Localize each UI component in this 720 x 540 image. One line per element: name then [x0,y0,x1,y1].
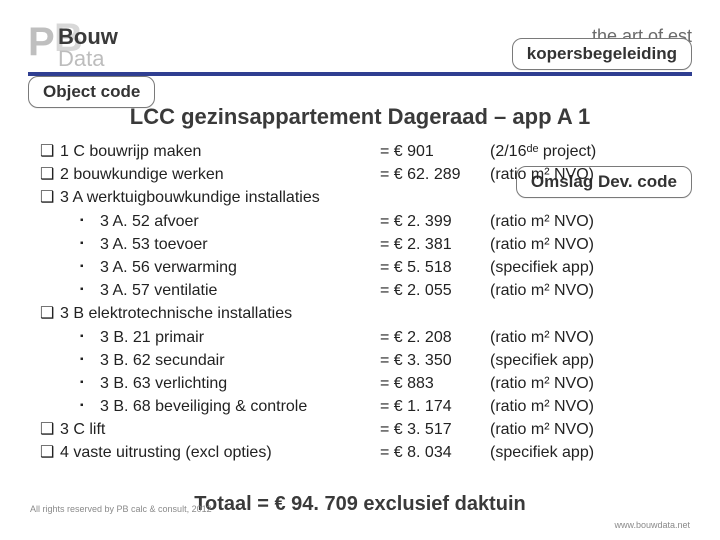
list-subitem: ▪3 B. 68 beveiliging & controle = € 1. 17… [40,395,690,418]
bullet-checkbox-icon: ❑ [40,163,60,186]
list-subitem: ▪3 A. 53 toevoer = € 2. 381(ratio m² NVO) [40,233,690,256]
item-label: 3 B. 62 secundair [100,349,225,372]
item-note: (specifiek app) [490,441,690,464]
bullet-checkbox-icon: ❑ [40,418,60,441]
slide: P B Bouw Data the art of est Object code… [0,0,720,540]
bullet-square-icon: ▪ [80,210,100,233]
bullet-square-icon: ▪ [80,349,100,372]
bullet-square-icon: ▪ [80,256,100,279]
item-value: = € 8. 034 [380,441,490,464]
item-value: = € 2. 381 [380,233,490,256]
item-label: 3 A werktuigbouwkundige installaties [60,186,320,209]
callout-kopersbegeleiding: kopersbegeleiding [512,38,692,70]
list-item: ❑2 bouwkundige werken = € 62. 289(ratio m… [40,163,690,186]
list-item: ❑3 B elektrotechnische installaties [40,302,690,325]
item-label: 3 A. 53 toevoer [100,233,208,256]
item-value: = € 2. 399 [380,210,490,233]
item-label: 2 bouwkundige werken [60,163,224,186]
bullet-checkbox-icon: ❑ [40,302,60,325]
item-note: (ratio m² NVO) [490,418,690,441]
list-item: ❑3 A werktuigbouwkundige installaties [40,186,690,209]
logo-mark-p: P [28,22,55,62]
item-value: = € 3. 517 [380,418,490,441]
list-subitem: ▪3 B. 63 verlichting = € 883(ratio m² NVO… [40,372,690,395]
list-subitem: ▪3 B. 62 secundair = € 3. 350(specifiek a… [40,349,690,372]
item-note: (ratio m² NVO) [490,395,690,418]
item-value: = € 2. 208 [380,326,490,349]
bullet-square-icon: ▪ [80,372,100,395]
bullet-square-icon: ▪ [80,326,100,349]
bullet-checkbox-icon: ❑ [40,441,60,464]
item-value: = € 3. 350 [380,349,490,372]
item-note: (ratio m² NVO) [490,233,690,256]
website: www.bouwdata.net [614,520,690,530]
page-title: LCC gezinsappartement Dageraad – app A 1 [0,104,720,130]
item-label: 3 B. 63 verlichting [100,372,227,395]
item-note: (2/16ᵈᵉ project) [490,140,690,163]
item-note: (ratio m² NVO) [490,210,690,233]
item-label: 3 B. 21 primair [100,326,204,349]
list-item: ❑4 vaste uitrusting (excl opties) = € 8. … [40,441,690,464]
list-subitem: ▪3 A. 57 ventilatie = € 2. 055(ratio m² N… [40,279,690,302]
item-note: (ratio m² NVO) [490,279,690,302]
item-note: (ratio m² NVO) [490,372,690,395]
item-label: 4 vaste uitrusting (excl opties) [60,441,272,464]
item-label: 3 A. 57 ventilatie [100,279,217,302]
logo: P B Bouw Data [28,18,188,72]
logo-text-bottom: Data [58,46,104,72]
item-value: = € 2. 055 [380,279,490,302]
item-note: (specifiek app) [490,256,690,279]
item-label: 3 B. 68 beveiliging & controle [100,395,307,418]
bullet-square-icon: ▪ [80,395,100,418]
bullet-checkbox-icon: ❑ [40,140,60,163]
list-subitem: ▪3 A. 56 verwarming = € 5. 518(specifiek … [40,256,690,279]
copyright: All rights reserved by PB calc & consult… [30,504,212,514]
item-value: = € 5. 518 [380,256,490,279]
item-note: (ratio m² NVO) [490,326,690,349]
cost-breakdown-list: ❑1 C bouwrijp maken= € 901(2/16ᵈᵉ projec… [40,140,690,465]
item-label: 1 C bouwrijp maken [60,140,201,163]
item-label: 3 A. 52 afvoer [100,210,199,233]
item-value: = € 62. 289 [380,163,490,186]
item-note: (specifiek app) [490,349,690,372]
bullet-checkbox-icon: ❑ [40,186,60,209]
bullet-square-icon: ▪ [80,279,100,302]
item-label: 3 C lift [60,418,105,441]
item-value: = € 883 [380,372,490,395]
item-label: 3 A. 56 verwarming [100,256,237,279]
list-item: ❑1 C bouwrijp maken = € 901(2/16ᵈᵉ projec… [40,140,690,163]
item-value: = € 901 [380,140,490,163]
bullet-square-icon: ▪ [80,233,100,256]
item-value: = € 1. 174 [380,395,490,418]
item-note: (ratio m² NVO) [490,163,690,186]
item-label: 3 B elektrotechnische installaties [60,302,292,325]
list-subitem: ▪3 B. 21 primair = € 2. 208(ratio m² NVO) [40,326,690,349]
list-subitem: ▪3 A. 52 afvoer = € 2. 399(ratio m² NVO) [40,210,690,233]
list-item: ❑3 C lift = € 3. 517(ratio m² NVO) [40,418,690,441]
